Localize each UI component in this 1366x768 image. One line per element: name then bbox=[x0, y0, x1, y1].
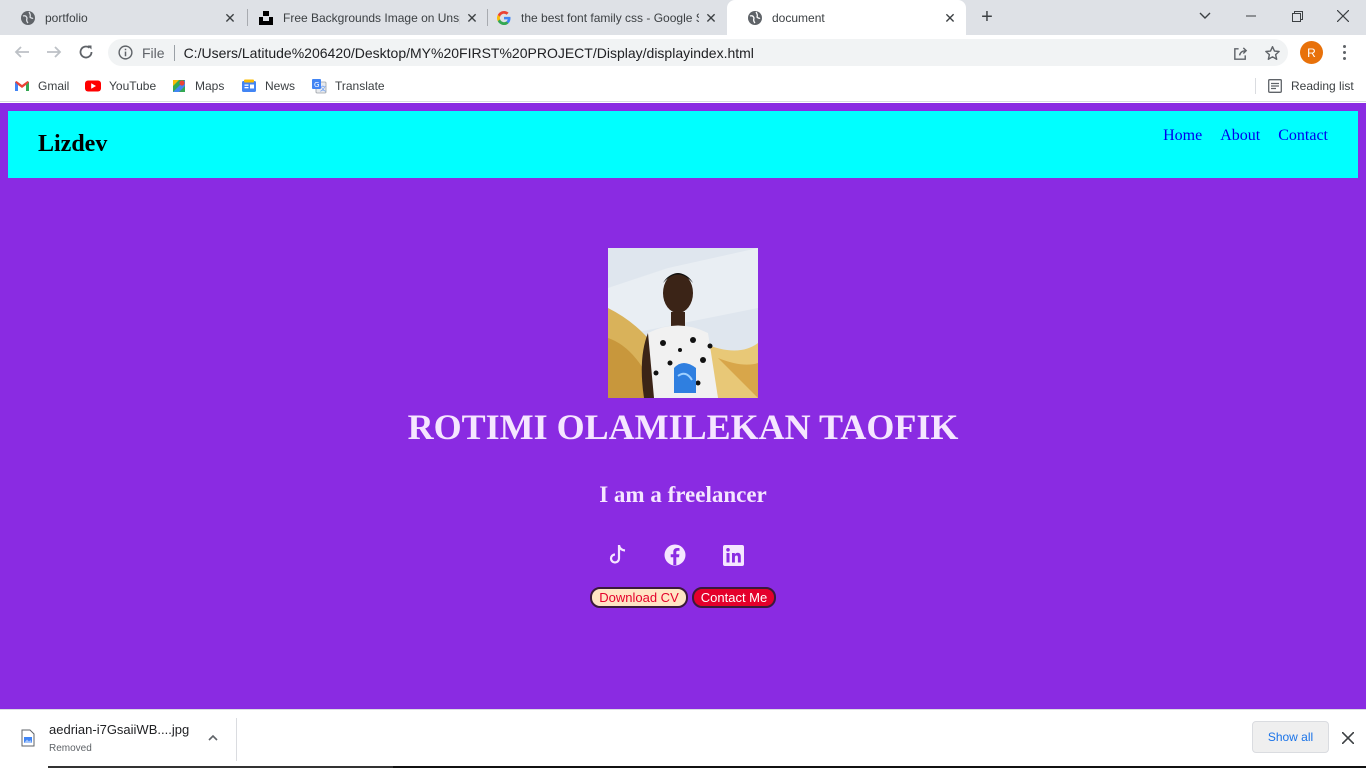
youtube-icon bbox=[85, 78, 101, 94]
site-navbar: Lizdev Home About Contact bbox=[8, 111, 1358, 178]
profile-photo bbox=[608, 248, 758, 398]
nav-link-about[interactable]: About bbox=[1220, 127, 1260, 145]
svg-text:G: G bbox=[314, 81, 319, 89]
bookmark-gmail[interactable]: Gmail bbox=[14, 76, 69, 96]
arrow-right-icon bbox=[47, 46, 62, 58]
restore-button[interactable] bbox=[1274, 0, 1320, 32]
share-icon bbox=[1233, 46, 1247, 60]
bookmarks-bar: Gmail YouTube Maps News G文 Translate Rea… bbox=[0, 70, 1366, 102]
reading-list-icon bbox=[1267, 78, 1283, 94]
tab-unsplash[interactable]: Free Backgrounds Image on Unsplash ✕ bbox=[238, 0, 488, 35]
close-window-button[interactable] bbox=[1320, 0, 1366, 32]
nav-links: Home About Contact bbox=[1163, 127, 1328, 145]
close-icon[interactable]: ✕ bbox=[703, 10, 719, 26]
site-brand[interactable]: Lizdev bbox=[38, 131, 107, 158]
tiktok-icon[interactable] bbox=[605, 543, 629, 567]
info-icon[interactable] bbox=[118, 45, 134, 60]
reload-icon bbox=[79, 45, 93, 59]
page-viewport: Lizdev Home About Contact ROTIMI OLAMILE… bbox=[0, 103, 1366, 709]
close-icon[interactable]: ✕ bbox=[942, 10, 958, 26]
chevron-down-icon bbox=[1199, 12, 1211, 19]
bookmark-label: Translate bbox=[335, 79, 385, 93]
new-tab-button[interactable]: + bbox=[976, 6, 998, 28]
tab-title: Free Backgrounds Image on Unsplash bbox=[283, 10, 460, 25]
unsplash-icon bbox=[258, 10, 274, 26]
url-text[interactable]: C:/Users/Latitude%206420/Desktop/MY%20FI… bbox=[184, 45, 754, 61]
close-icon bbox=[1337, 10, 1349, 22]
news-icon bbox=[241, 78, 257, 94]
bookmark-youtube[interactable]: YouTube bbox=[85, 76, 156, 96]
forward-button[interactable] bbox=[42, 40, 66, 64]
bookmark-label: News bbox=[265, 79, 296, 93]
tab-document[interactable]: document ✕ bbox=[727, 0, 966, 35]
bookmark-star-button[interactable] bbox=[1262, 43, 1282, 63]
maps-icon bbox=[171, 78, 187, 94]
back-button[interactable] bbox=[10, 40, 34, 64]
tab-title: document bbox=[772, 10, 825, 25]
menu-icon[interactable] bbox=[1336, 42, 1352, 62]
close-icon[interactable] bbox=[1339, 729, 1357, 747]
globe-icon bbox=[20, 10, 36, 26]
google-icon bbox=[496, 10, 512, 26]
download-file-name[interactable]: aedrian-i7GsaiiWB....jpg bbox=[49, 722, 189, 737]
download-status: Removed bbox=[49, 743, 92, 754]
reading-list-button[interactable]: Reading list bbox=[1267, 76, 1354, 96]
svg-text:文: 文 bbox=[320, 85, 326, 93]
share-button[interactable] bbox=[1230, 43, 1250, 63]
facebook-icon[interactable] bbox=[663, 543, 687, 567]
gmail-icon bbox=[14, 78, 30, 94]
tab-title: portfolio bbox=[45, 10, 88, 25]
bookmark-label: Gmail bbox=[38, 79, 70, 93]
bookmark-label: YouTube bbox=[109, 79, 157, 93]
close-icon[interactable]: ✕ bbox=[222, 10, 238, 26]
tab-portfolio[interactable]: portfolio ✕ bbox=[0, 0, 246, 35]
tagline: I am a freelancer bbox=[599, 482, 767, 507]
nav-link-contact[interactable]: Contact bbox=[1278, 127, 1328, 145]
avatar[interactable]: R bbox=[1300, 41, 1323, 64]
bookmark-label: Maps bbox=[195, 79, 225, 93]
download-shelf: aedrian-i7GsaiiWB....jpg Removed Show al… bbox=[0, 709, 1366, 768]
restore-icon bbox=[1291, 10, 1303, 22]
linkedin-icon[interactable] bbox=[721, 543, 745, 567]
divider bbox=[173, 44, 175, 61]
contact-me-button[interactable]: Contact Me bbox=[692, 587, 776, 608]
globe-icon bbox=[747, 10, 763, 26]
person-name: ROTIMI OLAMILEKAN TAOFIK bbox=[407, 407, 959, 447]
image-file-icon[interactable] bbox=[21, 729, 35, 747]
reload-button[interactable] bbox=[74, 40, 98, 64]
arrow-left-icon bbox=[14, 46, 29, 58]
divider bbox=[236, 718, 237, 761]
bookmark-translate[interactable]: G文 Translate bbox=[311, 76, 385, 96]
download-cv-button[interactable]: Download CV bbox=[590, 587, 688, 608]
browser-toolbar: File C:/Users/Latitude%206420/Desktop/MY… bbox=[0, 35, 1366, 70]
minimize-icon bbox=[1246, 15, 1256, 17]
address-bar[interactable]: File C:/Users/Latitude%206420/Desktop/MY… bbox=[108, 39, 1288, 66]
show-all-button[interactable]: Show all bbox=[1252, 721, 1329, 753]
tab-google-search[interactable]: the best font family css - Google Search… bbox=[476, 0, 727, 35]
file-scheme-label: File bbox=[142, 44, 165, 61]
divider bbox=[1255, 78, 1256, 94]
tab-search-button[interactable] bbox=[1182, 0, 1228, 32]
minimize-button[interactable] bbox=[1228, 0, 1274, 32]
tab-title: the best font family css - Google Search bbox=[521, 10, 699, 25]
bookmark-news[interactable]: News bbox=[241, 76, 295, 96]
star-icon bbox=[1264, 45, 1280, 60]
translate-icon: G文 bbox=[311, 78, 327, 94]
nav-link-home[interactable]: Home bbox=[1163, 127, 1202, 145]
tab-strip: portfolio ✕ Free Backgrounds Image on Un… bbox=[0, 0, 1366, 35]
bookmark-maps[interactable]: Maps bbox=[171, 76, 224, 96]
reading-list-label: Reading list bbox=[1291, 79, 1354, 93]
chevron-up-icon[interactable] bbox=[205, 730, 221, 746]
